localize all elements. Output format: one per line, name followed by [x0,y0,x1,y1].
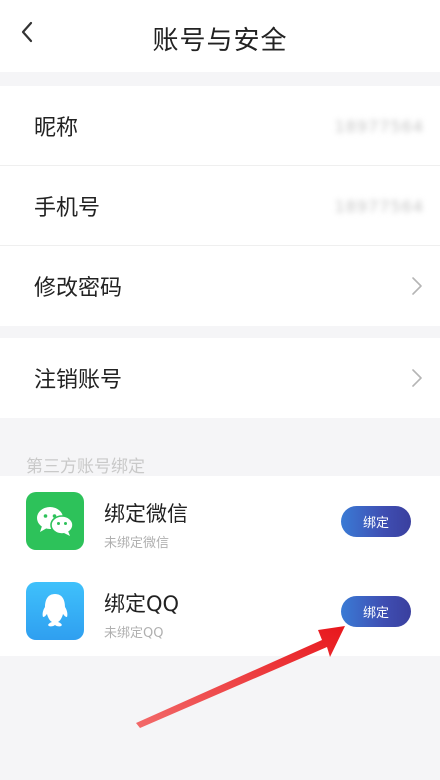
phone-value: 18977564 [334,196,424,216]
nickname-value: 18977564 [334,116,424,136]
wechat-bind-title: 绑定微信 [104,502,188,526]
change-password-label: 修改密码 [34,276,123,301]
nickname-row[interactable]: 昵称 18977564 [0,86,440,166]
qq-icon [26,582,84,640]
cancel-account-group: 注销账号 [0,338,440,418]
third-party-section-title: 第三方账号绑定 [26,457,145,477]
wechat-bind-status: 未绑定微信 [104,536,170,551]
qq-bind-row: 绑定QQ 未绑定QQ 绑定 [0,566,440,656]
page-title: 账号与安全 [152,26,288,56]
phone-row[interactable]: 手机号 18977564 [0,166,440,246]
chevron-right-icon [412,277,422,295]
account-info-group: 昵称 18977564 手机号 18977564 修改密码 [0,86,440,326]
qq-bind-title: 绑定QQ [104,592,180,616]
qq-bind-status: 未绑定QQ [104,626,164,641]
chevron-right-icon [412,369,422,387]
change-password-row[interactable]: 修改密码 [0,246,440,326]
qq-bind-button[interactable]: 绑定 [341,596,411,627]
wechat-bind-button[interactable]: 绑定 [341,506,411,537]
nickname-label: 昵称 [34,116,79,141]
wechat-bind-row: 绑定微信 未绑定微信 绑定 [0,476,440,566]
cancel-account-row[interactable]: 注销账号 [0,338,440,418]
cancel-account-label: 注销账号 [34,368,123,393]
third-party-group: 绑定微信 未绑定微信 绑定 绑定QQ 未绑定QQ 绑定 [0,476,440,656]
wechat-icon [26,492,84,550]
top-bar: 账号与安全 [0,0,440,72]
phone-label: 手机号 [34,196,101,221]
